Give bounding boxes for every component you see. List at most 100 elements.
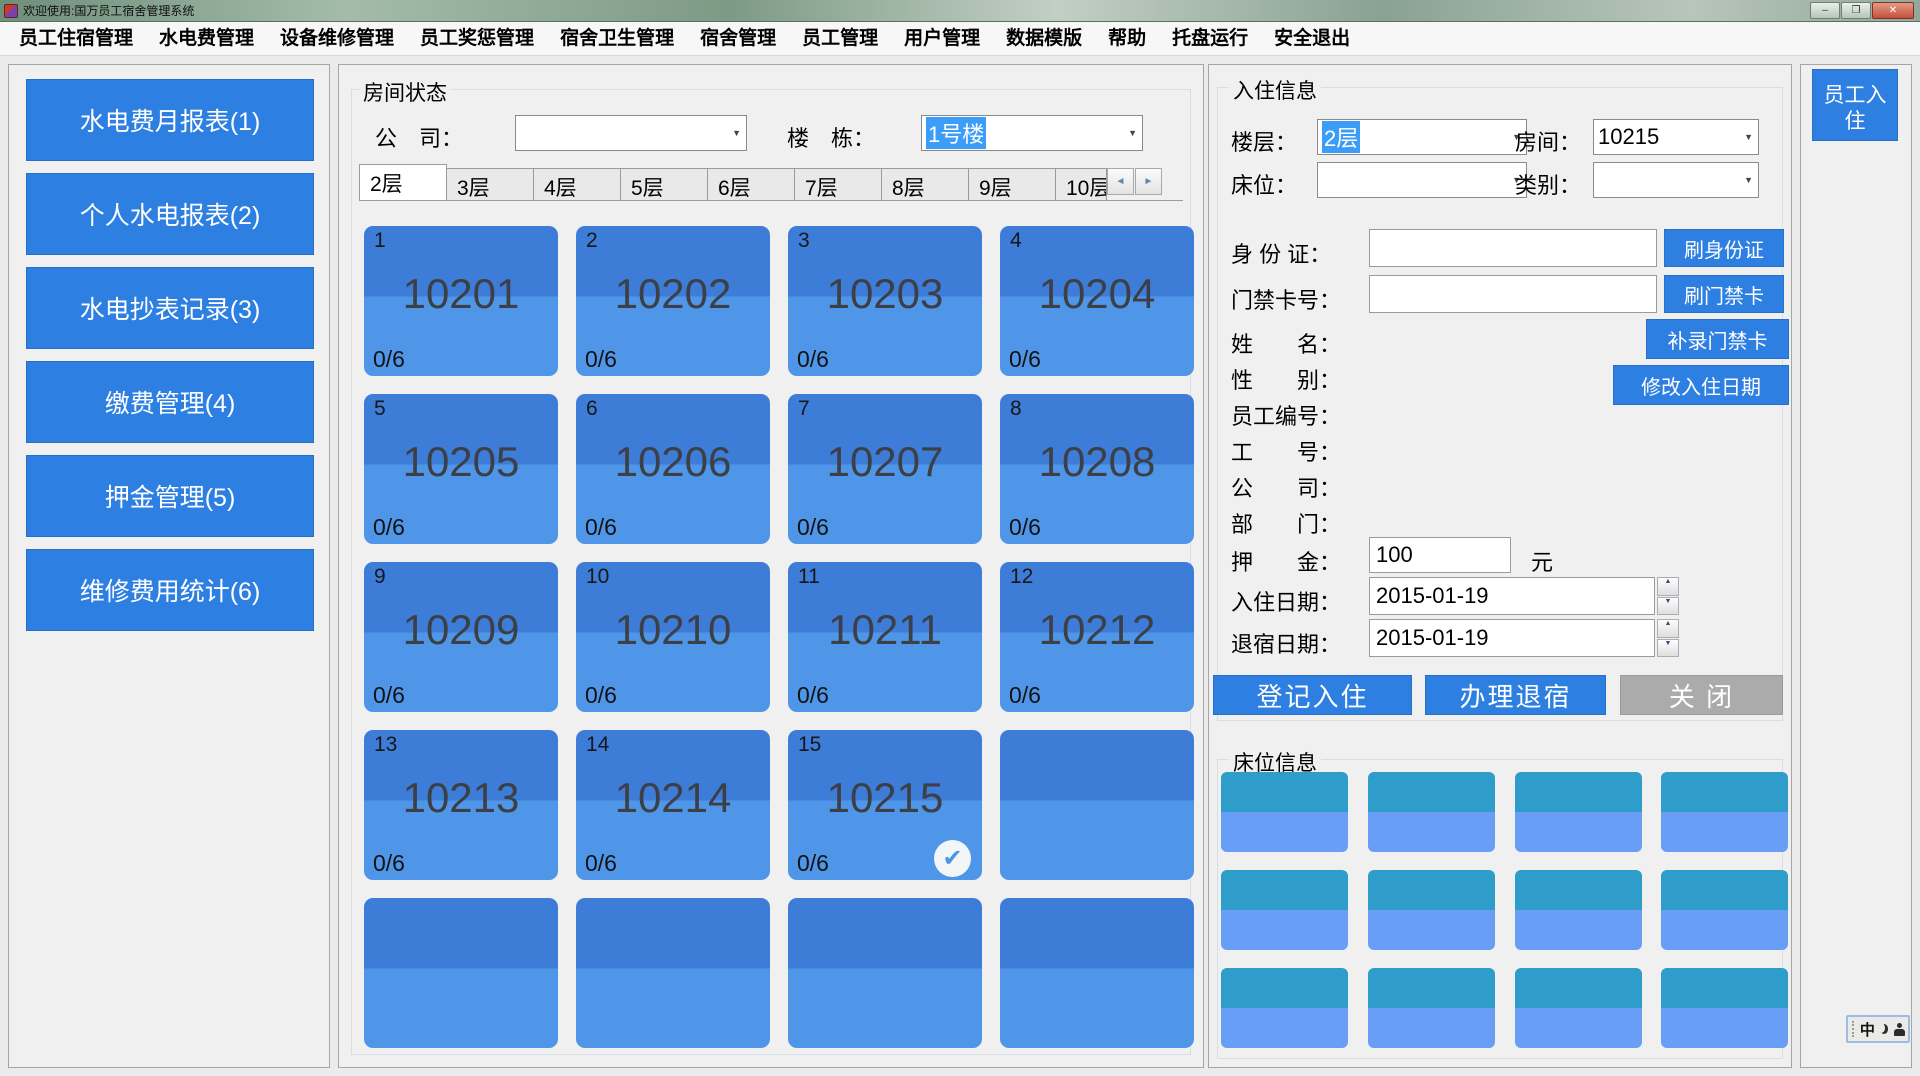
bed-select[interactable]: ▼: [1317, 162, 1527, 198]
room-tile-empty[interactable]: [1000, 730, 1194, 880]
checkin-date-label: 入住日期：: [1231, 585, 1341, 617]
building-select[interactable]: 1号楼 ▼: [921, 115, 1143, 151]
room-tile[interactable]: 5102050/6: [364, 394, 558, 544]
close-icon[interactable]: ✕: [1872, 2, 1914, 19]
room-tile[interactable]: 12102120/6: [1000, 562, 1194, 712]
company-select[interactable]: ▼: [515, 115, 747, 151]
checkout-date-spinner[interactable]: ▲ ▼: [1657, 619, 1679, 657]
room-tile[interactable]: 10102100/6: [576, 562, 770, 712]
floor-tab[interactable]: 5层: [620, 168, 708, 200]
menu-item[interactable]: 设备维修管理: [267, 22, 407, 55]
room-tile[interactable]: 8102080/6: [1000, 394, 1194, 544]
bed-tile[interactable]: [1515, 870, 1642, 950]
close-button[interactable]: 关 闭: [1620, 675, 1783, 715]
language-bar[interactable]: 中: [1846, 1015, 1910, 1043]
bed-tile[interactable]: [1368, 772, 1495, 852]
bed-tile[interactable]: [1221, 968, 1348, 1048]
menu-item[interactable]: 数据模版: [993, 22, 1095, 55]
floor-tab[interactable]: 8层: [881, 168, 969, 200]
room-tile[interactable]: 4102040/6: [1000, 226, 1194, 376]
menu-item[interactable]: 员工管理: [789, 22, 891, 55]
floor-tab[interactable]: 6层: [707, 168, 795, 200]
floor-tab[interactable]: 7层: [794, 168, 882, 200]
menu-item[interactable]: 托盘运行: [1159, 22, 1261, 55]
menu-item[interactable]: 水电费管理: [146, 22, 267, 55]
room-tile[interactable]: 2102020/6: [576, 226, 770, 376]
room-tile[interactable]: 11102110/6: [788, 562, 982, 712]
menu-item[interactable]: 安全退出: [1261, 22, 1363, 55]
category-select[interactable]: ▼: [1593, 162, 1759, 198]
checkout-date-label: 退宿日期：: [1231, 627, 1341, 659]
checkout-button[interactable]: 办理退宿: [1425, 675, 1606, 715]
bed-tile[interactable]: [1515, 968, 1642, 1048]
sidebar-report-button[interactable]: 水电抄表记录(3): [26, 267, 314, 349]
room-tile[interactable]: 14102140/6: [576, 730, 770, 880]
bed-tile[interactable]: [1368, 968, 1495, 1048]
room-tile-empty[interactable]: [364, 898, 558, 1048]
checkin-date-input[interactable]: [1369, 577, 1655, 615]
room-tile-empty[interactable]: [788, 898, 982, 1048]
checkin-date-spinner[interactable]: ▲ ▼: [1657, 577, 1679, 615]
card-input[interactable]: [1369, 275, 1657, 313]
floor-tab[interactable]: 9层: [968, 168, 1056, 200]
ime-language-indicator[interactable]: 中: [1860, 1019, 1875, 1040]
scroll-left-icon[interactable]: ◄: [1107, 168, 1134, 195]
id-input[interactable]: [1369, 229, 1657, 267]
sidebar-report-button[interactable]: 个人水电报表(2): [26, 173, 314, 255]
room-tile[interactable]: 13102130/6: [364, 730, 558, 880]
bed-tile[interactable]: [1515, 772, 1642, 852]
floor-tab[interactable]: 2层: [359, 164, 447, 200]
floor-tab[interactable]: 10层: [1055, 168, 1107, 200]
room-tile-empty[interactable]: [1000, 898, 1194, 1048]
spin-up-icon[interactable]: ▲: [1657, 577, 1679, 596]
floor-tab[interactable]: 4层: [533, 168, 621, 200]
modify-date-button[interactable]: 修改入住日期: [1613, 365, 1789, 405]
menu-item[interactable]: 用户管理: [891, 22, 993, 55]
maximize-icon[interactable]: ❐: [1841, 2, 1871, 19]
room-tile[interactable]: 15102150/6✔: [788, 730, 982, 880]
bed-tile[interactable]: [1661, 870, 1788, 950]
room-number: 10209: [364, 606, 558, 654]
supplement-card-button[interactable]: 补录门禁卡: [1646, 319, 1789, 359]
scan-id-button[interactable]: 刷身份证: [1664, 229, 1784, 267]
chevron-down-icon: ▼: [1744, 132, 1753, 142]
room-tile[interactable]: 7102070/6: [788, 394, 982, 544]
sidebar-report-button[interactable]: 水电费月报表(1): [26, 79, 314, 161]
room-select[interactable]: 10215 ▼: [1593, 119, 1759, 155]
menu-item[interactable]: 宿舍管理: [687, 22, 789, 55]
register-checkin-button[interactable]: 登记入住: [1213, 675, 1412, 715]
checkout-date-input[interactable]: [1369, 619, 1655, 657]
sidebar-report-button[interactable]: 押金管理(5): [26, 455, 314, 537]
bed-tile[interactable]: [1661, 772, 1788, 852]
employee-checkin-button[interactable]: 员工入 住: [1812, 69, 1898, 141]
room-tile[interactable]: 3102030/6: [788, 226, 982, 376]
scan-card-button[interactable]: 刷门禁卡: [1664, 275, 1784, 313]
sidebar-report-button[interactable]: 维修费用统计(6): [26, 549, 314, 631]
minimize-icon[interactable]: –: [1810, 2, 1840, 19]
ime-person-icon[interactable]: [1893, 1023, 1904, 1036]
bed-tile[interactable]: [1221, 772, 1348, 852]
room-tile[interactable]: 6102060/6: [576, 394, 770, 544]
spin-down-icon[interactable]: ▼: [1657, 597, 1679, 616]
floor-tabstrip: 2层3层4层5层6层7层8层9层10层◄►: [359, 165, 1183, 201]
bed-tile[interactable]: [1368, 870, 1495, 950]
room-tile[interactable]: 9102090/6: [364, 562, 558, 712]
sidebar-report-button[interactable]: 缴费管理(4): [26, 361, 314, 443]
room-tile-empty[interactable]: [576, 898, 770, 1048]
bed-tile[interactable]: [1221, 870, 1348, 950]
spin-up-icon[interactable]: ▲: [1657, 619, 1679, 638]
deposit-input[interactable]: [1369, 537, 1511, 573]
room-tile[interactable]: 1102010/6: [364, 226, 558, 376]
menu-item[interactable]: 帮助: [1095, 22, 1159, 55]
menu-item[interactable]: 宿舍卫生管理: [547, 22, 687, 55]
room-number: 10202: [576, 270, 770, 318]
menu-item[interactable]: 员工奖惩管理: [407, 22, 547, 55]
floor-tab[interactable]: 3层: [446, 168, 534, 200]
spin-down-icon[interactable]: ▼: [1657, 639, 1679, 658]
scroll-right-icon[interactable]: ►: [1135, 168, 1162, 195]
menu-item[interactable]: 员工住宿管理: [6, 22, 146, 55]
moon-icon[interactable]: [1880, 1024, 1888, 1034]
drag-handle-icon[interactable]: [1852, 1021, 1855, 1037]
floor-select[interactable]: 2层 ▼: [1317, 119, 1527, 155]
bed-tile[interactable]: [1661, 968, 1788, 1048]
